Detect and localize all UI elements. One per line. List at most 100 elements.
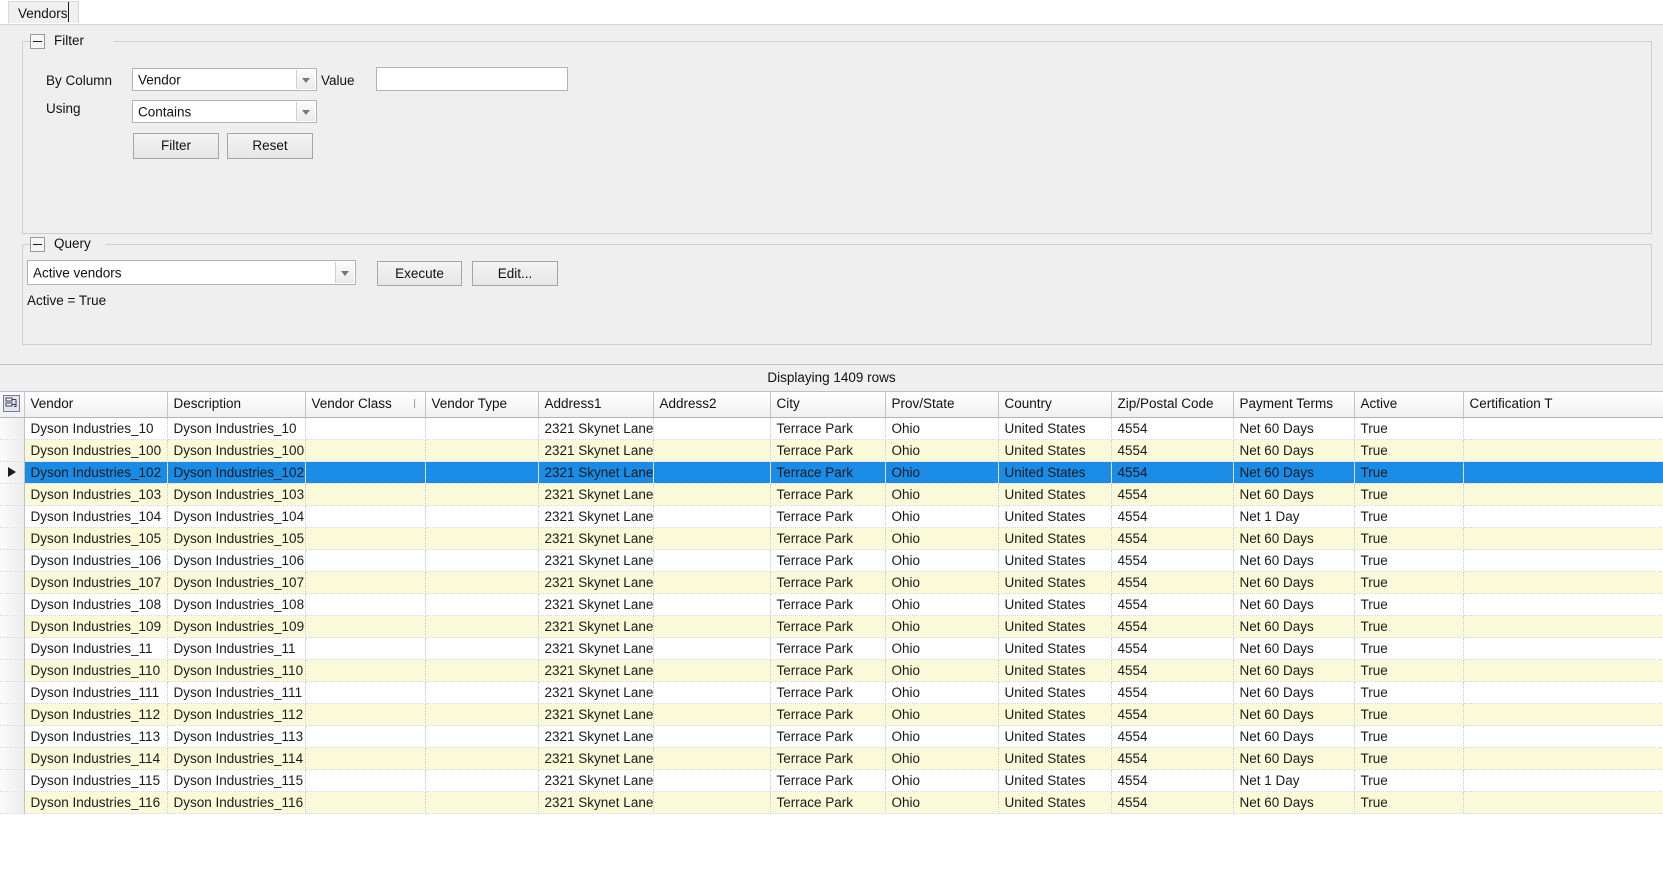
table-cell[interactable]: 4554 (1111, 527, 1234, 550)
table-cell[interactable] (305, 505, 426, 528)
table-row[interactable]: Dyson Industries_116 Dyson Industries_116… (0, 791, 1663, 814)
table-cell[interactable]: United States (998, 460, 1112, 484)
table-cell[interactable]: Dyson Industries_107 (24, 571, 168, 594)
table-cell[interactable] (305, 725, 426, 748)
table-cell[interactable]: Dyson Industries_114 (24, 747, 168, 770)
table-cell[interactable]: Ohio (885, 725, 999, 748)
table-cell[interactable]: True (1354, 703, 1464, 726)
table-cell[interactable]: Dyson Industries_100 (24, 439, 168, 462)
table-cell[interactable] (1463, 637, 1663, 660)
table-cell[interactable]: Net 60 Days (1233, 725, 1355, 748)
table-row[interactable]: Dyson Industries_108 Dyson Industries_108… (0, 593, 1663, 616)
table-cell[interactable]: United States (998, 439, 1112, 462)
grid-header-zip-postal-code[interactable]: Zip/Postal Code (1111, 392, 1234, 418)
table-cell[interactable] (305, 681, 426, 704)
table-row[interactable]: Dyson Industries_109 Dyson Industries_109… (0, 615, 1663, 638)
grid-header-country[interactable]: Country (998, 392, 1112, 418)
value-input[interactable] (376, 67, 568, 91)
table-cell[interactable]: 2321 Skynet Lane (538, 681, 654, 704)
table-cell[interactable]: Ohio (885, 527, 999, 550)
table-cell[interactable] (653, 747, 771, 770)
table-cell[interactable]: Net 60 Days (1233, 615, 1355, 638)
table-cell[interactable] (653, 725, 771, 748)
row-selector[interactable] (0, 549, 25, 572)
table-cell[interactable]: 2321 Skynet Lane (538, 725, 654, 748)
table-cell[interactable]: Ohio (885, 791, 999, 814)
table-cell[interactable]: Dyson Industries_100 (167, 439, 306, 462)
table-cell[interactable]: Terrace Park (770, 747, 886, 770)
table-cell[interactable]: Terrace Park (770, 483, 886, 506)
table-cell[interactable] (305, 703, 426, 726)
table-cell[interactable] (1463, 791, 1663, 814)
table-cell[interactable]: Dyson Industries_106 (167, 549, 306, 572)
table-cell[interactable]: Dyson Industries_109 (24, 615, 168, 638)
row-selector[interactable] (0, 571, 25, 594)
table-cell[interactable]: United States (998, 593, 1112, 616)
table-cell[interactable]: United States (998, 483, 1112, 506)
table-cell[interactable] (653, 703, 771, 726)
chevron-down-icon[interactable] (296, 102, 315, 121)
table-cell[interactable] (425, 483, 539, 506)
table-cell[interactable] (653, 460, 771, 484)
table-cell[interactable] (653, 659, 771, 682)
table-cell[interactable]: Dyson Industries_10 (24, 417, 168, 440)
table-cell[interactable]: United States (998, 505, 1112, 528)
table-row[interactable]: Dyson Industries_100 Dyson Industries_100… (0, 439, 1663, 462)
table-cell[interactable] (425, 460, 539, 484)
table-cell[interactable] (305, 549, 426, 572)
table-cell[interactable]: True (1354, 681, 1464, 704)
table-cell[interactable]: Net 60 Days (1233, 417, 1355, 440)
table-cell[interactable] (425, 769, 539, 792)
table-cell[interactable]: Dyson Industries_108 (24, 593, 168, 616)
table-cell[interactable]: United States (998, 549, 1112, 572)
table-cell[interactable]: Dyson Industries_110 (167, 659, 306, 682)
grid-header-vendor[interactable]: Vendor (24, 392, 168, 418)
table-row[interactable]: Dyson Industries_110 Dyson Industries_110… (0, 659, 1663, 682)
table-cell[interactable]: Terrace Park (770, 725, 886, 748)
table-cell[interactable] (425, 703, 539, 726)
table-cell[interactable] (653, 549, 771, 572)
table-cell[interactable] (653, 439, 771, 462)
table-cell[interactable]: 4554 (1111, 417, 1234, 440)
table-cell[interactable]: True (1354, 747, 1464, 770)
table-cell[interactable]: Terrace Park (770, 703, 886, 726)
table-cell[interactable]: United States (998, 615, 1112, 638)
using-combo[interactable]: Contains (132, 100, 317, 123)
table-cell[interactable]: 2321 Skynet Lane (538, 483, 654, 506)
table-cell[interactable]: Terrace Park (770, 791, 886, 814)
table-cell[interactable]: Dyson Industries_113 (167, 725, 306, 748)
table-cell[interactable] (1463, 615, 1663, 638)
row-selector[interactable] (0, 747, 25, 770)
table-cell[interactable]: Ohio (885, 747, 999, 770)
table-cell[interactable]: 4554 (1111, 659, 1234, 682)
chevron-down-icon[interactable] (335, 262, 354, 283)
table-cell[interactable]: Ohio (885, 417, 999, 440)
table-cell[interactable]: Terrace Park (770, 527, 886, 550)
table-cell[interactable]: Dyson Industries_106 (24, 549, 168, 572)
table-cell[interactable] (305, 791, 426, 814)
table-cell[interactable]: Ohio (885, 571, 999, 594)
table-cell[interactable] (425, 615, 539, 638)
grid-header-certification-type[interactable]: Certification T (1463, 392, 1663, 418)
table-cell[interactable] (305, 571, 426, 594)
table-cell[interactable] (305, 527, 426, 550)
table-cell[interactable]: Dyson Industries_116 (24, 791, 168, 814)
table-cell[interactable]: 2321 Skynet Lane (538, 791, 654, 814)
table-cell[interactable]: Net 60 Days (1233, 460, 1355, 484)
table-cell[interactable] (305, 637, 426, 660)
grid-header-address1[interactable]: Address1 (538, 392, 654, 418)
row-selector[interactable] (0, 527, 25, 550)
table-cell[interactable]: 4554 (1111, 549, 1234, 572)
table-cell[interactable]: 4554 (1111, 571, 1234, 594)
table-cell[interactable] (425, 681, 539, 704)
table-cell[interactable] (653, 681, 771, 704)
table-cell[interactable]: Net 60 Days (1233, 747, 1355, 770)
table-cell[interactable]: Terrace Park (770, 505, 886, 528)
table-cell[interactable] (653, 571, 771, 594)
table-cell[interactable]: Dyson Industries_104 (24, 505, 168, 528)
table-cell[interactable] (1463, 571, 1663, 594)
row-selector[interactable] (0, 417, 25, 440)
table-cell[interactable]: 2321 Skynet Lane (538, 637, 654, 660)
table-cell[interactable]: Dyson Industries_115 (167, 769, 306, 792)
table-cell[interactable]: 2321 Skynet Lane (538, 703, 654, 726)
